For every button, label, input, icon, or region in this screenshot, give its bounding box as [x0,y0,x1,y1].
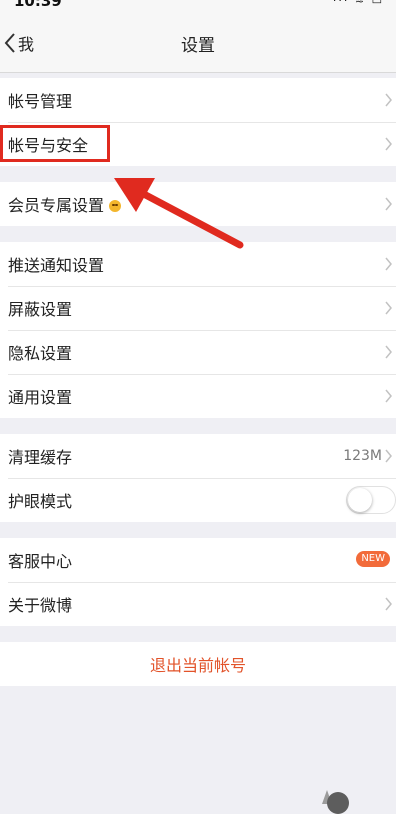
eye-mode-row: 护眼模式 [0,478,396,522]
new-badge: NEW [356,551,390,567]
chevron-right-icon [385,137,392,151]
account-management-row[interactable]: 帐号管理 [0,78,396,122]
storage-group: 清理缓存 123M 护眼模式 [0,434,396,522]
general-settings-row[interactable]: 通用设置 [0,374,396,418]
status-icons: ··· ≈ ▭ [332,0,384,7]
vip-settings-row[interactable]: 会员专属设置 [0,182,396,226]
status-bar: 10:39 ··· ≈ ▭ [0,0,396,14]
chevron-right-icon [385,345,392,359]
logout-group: 退出当前帐号 [0,642,396,686]
navigation-bar: 我 设置 [0,14,396,73]
row-label: 屏蔽设置 [8,300,73,319]
clear-cache-row[interactable]: 清理缓存 123M [0,434,396,478]
eye-mode-toggle[interactable] [346,486,396,514]
chevron-right-icon [385,449,392,463]
status-time: 10:39 [14,0,62,10]
chevron-right-icon [385,597,392,611]
page-title: 设置 [181,36,215,56]
row-label: 客服中心 [8,552,73,571]
row-label: 护眼模式 [8,492,73,511]
row-label: 隐私设置 [8,344,73,363]
block-settings-row[interactable]: 屏蔽设置 [0,286,396,330]
push-notification-row[interactable]: 推送通知设置 [0,242,396,286]
row-label: 帐号管理 [8,92,73,111]
customer-service-row[interactable]: 客服中心 NEW [0,538,396,582]
row-label: 通用设置 [8,388,73,407]
privacy-settings-row[interactable]: 隐私设置 [0,330,396,374]
chevron-right-icon [385,301,392,315]
bottom-circle-icon [327,792,349,814]
annotation-highlight-box [0,125,110,162]
vip-settings-label: 会员专属设置 [8,196,105,215]
toggle-knob [348,488,372,512]
settings-group: 推送通知设置 屏蔽设置 隐私设置 通用设置 [0,242,396,418]
about-weibo-row[interactable]: 关于微博 [0,582,396,626]
logout-label: 退出当前帐号 [149,656,246,675]
chevron-right-icon [385,197,392,211]
row-label: 清理缓存 [8,448,73,467]
vip-group: 会员专属设置 [0,182,396,226]
row-label: 关于微博 [8,596,73,615]
chevron-right-icon [385,257,392,271]
support-group: 客服中心 NEW 关于微博 [0,538,396,626]
chevron-right-icon [385,389,392,403]
vip-emoji-icon [109,200,122,212]
row-label: 推送通知设置 [8,256,105,275]
chevron-right-icon [385,93,392,107]
logout-button[interactable]: 退出当前帐号 [0,642,396,686]
row-label: 会员专属设置 [8,192,122,216]
cache-size: 123M [343,448,382,464]
